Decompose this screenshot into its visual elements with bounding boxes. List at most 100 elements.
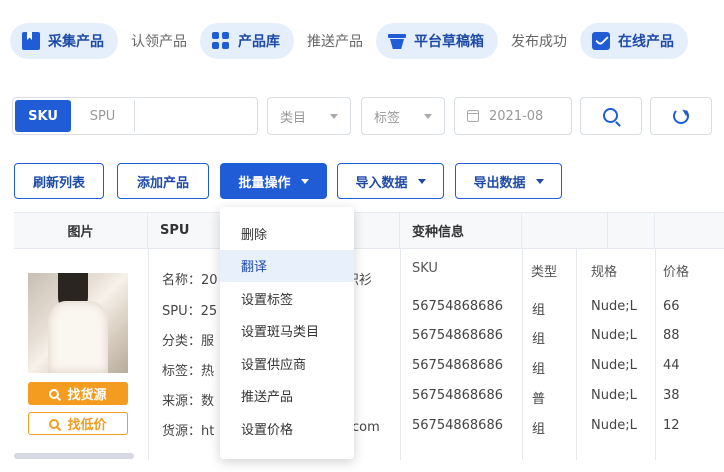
header-blank-3 [655,213,724,249]
import-data-button[interactable]: 导入数据 [337,163,444,199]
product-source-line: 来源：数 [162,394,215,409]
date-value: 2021-08 [489,108,544,124]
product-supply-suffix[interactable]: com [352,420,380,435]
row-spec: Nude;L [591,388,637,403]
menu-item-set-tag[interactable]: 设置标签 [220,282,354,315]
date-picker[interactable]: 2021-08 [454,97,572,135]
add-product-button[interactable]: 添加产品 [117,163,209,199]
refresh-list-button[interactable]: 刷新列表 [14,163,104,199]
chevron-down-icon [300,178,309,184]
find-low-price-button[interactable]: 找低价 [28,412,128,435]
drafts-box-icon [388,32,406,50]
step-library-label: 产品库 [238,34,280,50]
find-low-price-label: 找低价 [67,418,107,433]
menu-item-set-zebra-category[interactable]: 设置斑马类目 [220,315,354,348]
row-sku: 56754868686 [412,388,503,403]
step-platform-drafts[interactable]: 平台草稿箱 [376,23,498,59]
batch-operations-label: 批量操作 [238,175,291,191]
step-drafts-label: 平台草稿箱 [414,34,484,50]
row-sku: 56754868686 [412,418,503,433]
chevron-down-icon [535,178,544,184]
row-price: 44 [663,358,680,373]
import-data-label: 导入数据 [355,175,408,191]
column-divider [655,249,656,460]
tag-select[interactable]: 标签 [361,97,445,135]
row-sku: 56754868686 [412,299,503,314]
menu-item-delete[interactable]: 删除 [220,217,354,250]
find-source-button[interactable]: 找货源 [28,382,128,405]
export-data-button[interactable]: 导出数据 [455,163,562,199]
row-sku: 56754868686 [412,328,503,343]
chevron-down-icon [330,114,338,119]
product-tag-line: 标签：热 [162,364,215,379]
header-blank-2 [608,213,655,249]
bookmark-icon [22,32,40,50]
calendar-icon [467,110,479,122]
row-sku: 56754868686 [412,358,503,373]
product-supply-line: 货源：ht com [162,420,380,439]
publish-success-link[interactable]: 发布成功 [511,31,567,51]
grid-icon [212,32,230,50]
horizontal-scrollbar[interactable] [14,453,134,459]
product-thumbnail[interactable] [28,273,128,373]
menu-item-set-price[interactable]: 设置价格 [220,412,354,445]
header-variant: 变种信息 [400,213,522,249]
row-type: 组 [532,332,546,347]
search-icon [603,108,618,123]
column-divider [522,249,523,460]
chevron-down-icon [424,114,432,119]
workflow-bar: 采集产品 认领产品 产品库 推送产品 平台草稿箱 发布成功 在线产品 [10,22,688,60]
push-products-link[interactable]: 推送产品 [307,31,363,51]
column-divider [576,249,577,460]
sku-spu-search: SKU SPU [12,97,258,135]
tag-select-label: 标签 [374,110,401,126]
export-data-label: 导出数据 [473,175,526,191]
refresh-icon [673,108,689,124]
sku-toggle[interactable]: SKU [15,100,71,132]
product-table: 图片 SPU 变种信息 找货源 找低价 名称：20 织衫 SPU：25 分类：服… [14,212,724,460]
shopping-bag-icon [592,32,610,50]
subheader-sku: SKU [412,261,438,276]
row-price: 88 [663,328,680,343]
product-supply-prefix: 货源：ht [162,424,215,439]
column-divider [148,249,149,460]
claim-products-link[interactable]: 认领产品 [131,31,187,51]
product-category-line: 分类：服 [162,334,215,349]
product-name-prefix: 名称：20 [162,273,218,288]
search-button[interactable] [580,97,642,135]
step-product-library[interactable]: 产品库 [200,23,294,59]
row-type: 组 [532,303,546,318]
row-type: 组 [532,362,546,377]
product-spu-line: SPU：25 [162,304,218,319]
reset-button[interactable] [650,97,712,135]
find-source-label: 找货源 [67,388,107,403]
product-name-line: 名称：20 织衫 [162,269,372,288]
step-collect-products[interactable]: 采集产品 [10,23,118,59]
column-divider [400,249,401,460]
row-spec: Nude;L [591,358,637,373]
row-type: 组 [532,422,546,437]
batch-operations-button[interactable]: 批量操作 [220,163,327,199]
subheader-price: 价格 [663,265,690,280]
menu-item-translate[interactable]: 翻译 [220,249,354,282]
search-icon [49,388,60,399]
category-select[interactable]: 类目 [267,97,351,135]
row-spec: Nude;L [591,418,637,433]
step-collect-label: 采集产品 [48,34,104,50]
filter-bar: SKU SPU 类目 标签 2021-08 [12,97,714,135]
step-online-products[interactable]: 在线产品 [580,23,688,59]
header-image: 图片 [14,213,148,249]
step-online-label: 在线产品 [618,34,674,50]
search-icon [49,418,60,429]
menu-item-set-supplier[interactable]: 设置供应商 [220,347,354,380]
search-input[interactable] [135,100,257,132]
chevron-down-icon [417,178,426,184]
row-price: 38 [663,388,680,403]
row-type: 普 [532,392,546,407]
spu-toggle[interactable]: SPU [71,100,135,132]
menu-item-push-products[interactable]: 推送产品 [220,380,354,413]
row-spec: Nude;L [591,299,637,314]
category-select-label: 类目 [280,110,307,126]
batch-operations-menu: 删除 翻译 设置标签 设置斑马类目 设置供应商 推送产品 设置价格 [220,207,354,459]
row-price: 66 [663,299,680,314]
